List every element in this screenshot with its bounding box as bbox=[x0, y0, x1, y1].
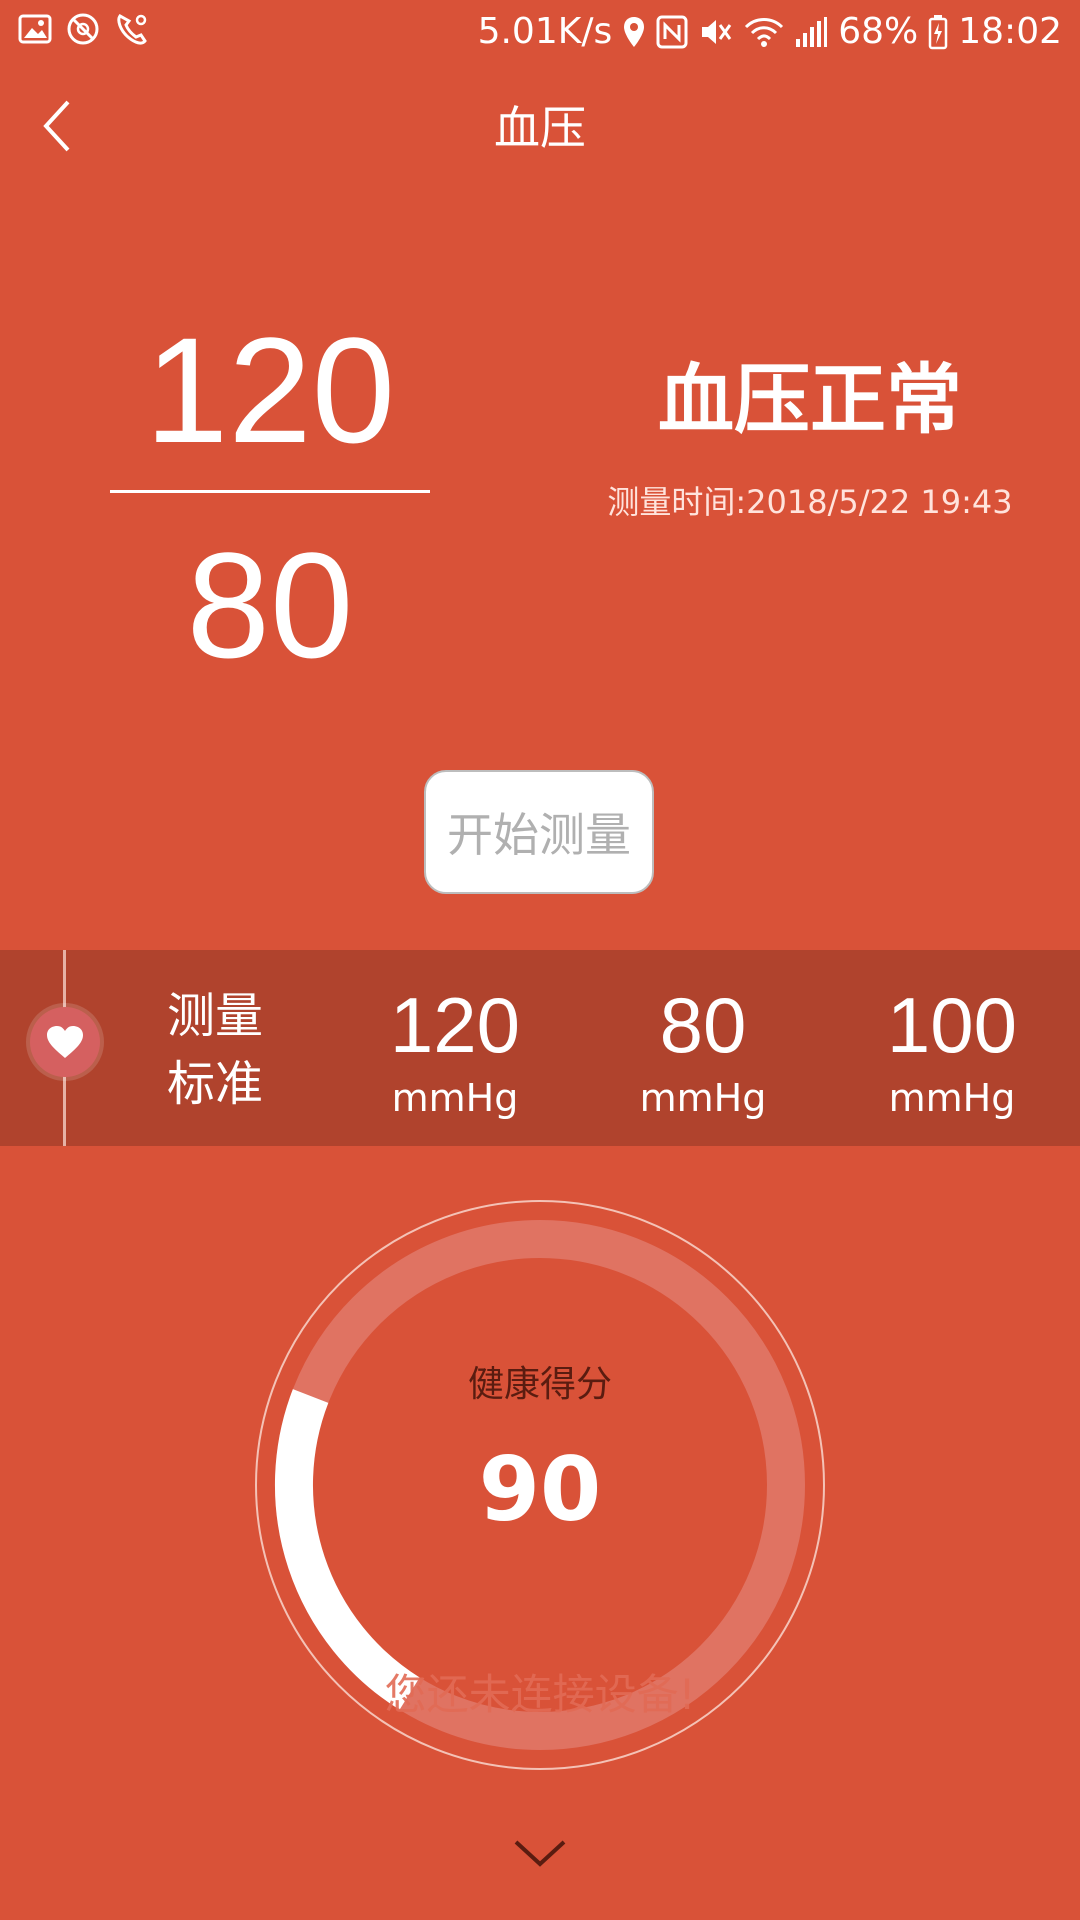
standard-value: 100 bbox=[886, 981, 1018, 1069]
expand-button[interactable] bbox=[510, 1832, 570, 1872]
score-value: 90 bbox=[478, 1438, 602, 1541]
standard-label: 测量 标准 bbox=[150, 982, 280, 1118]
standard-systolic: 120 mmHg bbox=[345, 975, 565, 1121]
location-icon bbox=[624, 17, 645, 47]
chevron-down-icon bbox=[514, 1840, 566, 1867]
standard-label-line1: 测量 bbox=[166, 988, 263, 1044]
standard-value: 120 bbox=[389, 981, 521, 1069]
systolic-value: 120 bbox=[144, 306, 396, 474]
standard-label-line2: 标准 bbox=[166, 1056, 263, 1112]
start-measure-button[interactable]: 开始测量 bbox=[424, 770, 654, 894]
battery-percent: 68% bbox=[838, 11, 919, 52]
battery-charging-icon bbox=[929, 15, 948, 50]
standard-unit: mmHg bbox=[391, 1076, 519, 1120]
bp-status: 血压正常 bbox=[658, 355, 962, 444]
status-right: 5.01K/s 68% 18:02 bbox=[478, 10, 1062, 54]
standard-unit: mmHg bbox=[888, 1076, 1016, 1120]
toast-message: 您还未连接设备! bbox=[384, 1670, 696, 1719]
standard-unit: mmHg bbox=[639, 1076, 767, 1120]
measure-time: 测量时间:2018/5/22 19:43 bbox=[607, 483, 1013, 521]
heart-icon bbox=[47, 1026, 83, 1058]
nfc-icon bbox=[656, 15, 688, 49]
standard-diastolic: 80 mmHg bbox=[593, 975, 813, 1121]
phone-call-icon bbox=[117, 14, 147, 45]
net-speed: 5.01K/s bbox=[477, 11, 613, 52]
diastolic-value: 80 bbox=[186, 521, 354, 689]
score-label: 健康得分 bbox=[467, 1364, 612, 1405]
blocked-icon bbox=[67, 13, 99, 45]
heart-badge bbox=[30, 1007, 100, 1077]
signal-icon bbox=[796, 17, 828, 47]
mute-icon bbox=[702, 20, 732, 44]
page-title: 血压 bbox=[494, 101, 586, 155]
clock: 18:02 bbox=[958, 11, 1062, 52]
standard-value: 80 bbox=[659, 981, 747, 1069]
standard-heart-rate: 100 mmHg bbox=[842, 975, 1062, 1121]
reading-divider bbox=[110, 490, 430, 493]
gallery-icon bbox=[18, 14, 52, 44]
wifi-icon bbox=[745, 18, 784, 47]
status-bar: 5.01K/s 68% 18:02 bbox=[0, 0, 1080, 66]
status-left-icons bbox=[18, 12, 150, 46]
